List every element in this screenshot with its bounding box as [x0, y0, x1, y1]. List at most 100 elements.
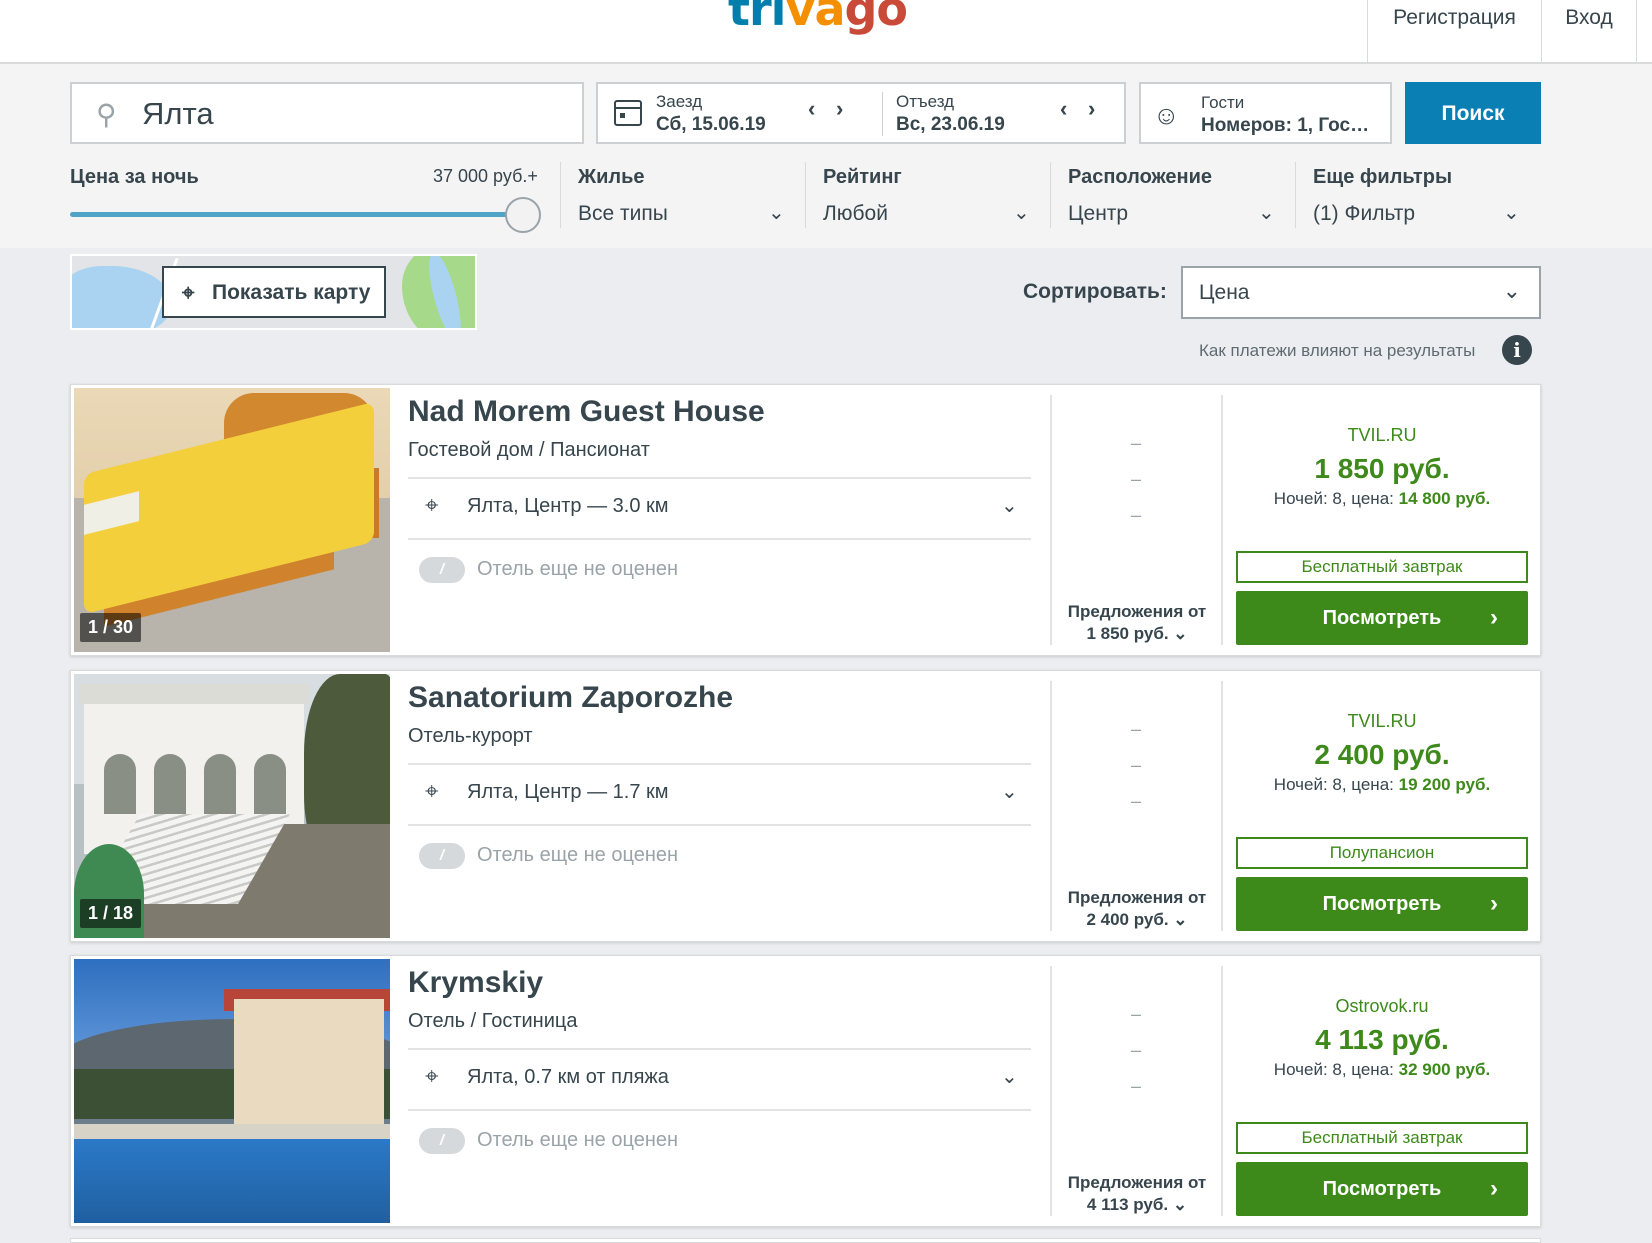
price-slider-handle[interactable] [505, 197, 541, 233]
checkout-prev-icon[interactable]: ‹ [1060, 96, 1067, 122]
guests-icon: ☺ [1153, 100, 1180, 130]
checkin-next-icon[interactable]: › [836, 96, 843, 122]
rating-filter[interactable]: Рейтинг Любой ⌄ [823, 166, 1033, 225]
calendar-icon [614, 100, 642, 126]
date-divider [882, 92, 883, 136]
more-filters-value: (1) Фильтр [1313, 202, 1416, 225]
nights-total: Ночей: 8, цена: 19 200 руб. [1236, 775, 1528, 795]
partner-name: Ostrovok.ru [1335, 996, 1429, 1016]
offers-price-value: 2 400 руб. [1086, 910, 1169, 929]
divider [1050, 395, 1052, 645]
guests-selector[interactable]: ☺ Гости Номеров: 1, Гос… [1139, 82, 1392, 144]
photo-counter: 1 / 30 [80, 613, 142, 642]
view-deal-button[interactable]: Посмотреть › [1236, 877, 1528, 931]
chevron-down-icon[interactable]: ⌄ [1001, 779, 1018, 804]
login-button[interactable]: Вход [1541, 0, 1636, 64]
photo-arch [104, 754, 136, 814]
nights-prefix: Ночей: 8, цена: [1273, 775, 1394, 794]
empty-offer: – [1131, 1004, 1142, 1024]
hotel-name[interactable]: Sanatorium Zaporozhe [408, 681, 733, 715]
map-preview[interactable]: ⌖ Показать карту [70, 254, 477, 330]
hotel-location[interactable]: Ялта, Центр — 3.0 км [467, 495, 669, 518]
hotel-name[interactable]: Krymskiy [408, 966, 543, 1000]
location-filter-value: Центр [1068, 202, 1129, 225]
divider [408, 477, 1031, 479]
location-filter-title: Расположение [1068, 166, 1213, 188]
more-filters[interactable]: Еще фильтры (1) Фильтр ⌄ [1313, 166, 1528, 225]
chevron-right-icon: › [1490, 1175, 1498, 1202]
deal-badge: Бесплатный завтрак [1236, 551, 1528, 583]
chevron-down-icon[interactable]: ⌄ [1001, 1064, 1018, 1089]
chevron-right-icon: › [1490, 604, 1498, 631]
checkout-label: Отъезд [896, 92, 955, 111]
price-slider-track[interactable] [70, 212, 522, 217]
map-pin-icon: ⌖ [182, 280, 195, 305]
deal-price[interactable]: 1 850 руб. [1236, 453, 1528, 485]
chevron-down-icon[interactable]: ⌄ [1001, 493, 1018, 518]
hotel-name[interactable]: Nad Morem Guest House [408, 395, 765, 429]
top-header: trivago Регистрация Вход [0, 0, 1652, 64]
offers-label[interactable]: Предложения от [1064, 602, 1210, 622]
offers-label[interactable]: Предложения от [1064, 888, 1210, 908]
sort-select[interactable]: Цена ⌄ [1181, 266, 1541, 319]
view-deal-button[interactable]: Посмотреть › [1236, 591, 1528, 645]
map-pin-icon: ⌖ [425, 492, 439, 519]
photo-counter: 1 / 18 [80, 899, 142, 928]
hotel-card[interactable]: Krymskiy Отель / Гостиница ⌖ Ялта, 0.7 к… [70, 955, 1541, 1227]
offers-label[interactable]: Предложения от [1064, 1173, 1210, 1193]
hotel-photo[interactable] [74, 959, 390, 1223]
hotel-location[interactable]: Ялта, Центр — 1.7 км [467, 781, 669, 804]
divider [408, 1109, 1031, 1111]
photo-roof [79, 684, 309, 704]
deal-price[interactable]: 2 400 руб. [1236, 739, 1528, 771]
checkout-value[interactable]: Вс, 23.06.19 [896, 114, 1005, 136]
payment-note-link[interactable]: Как платежи влияют на результаты [1199, 341, 1475, 361]
offers-price[interactable]: 1 850 руб. ⌄ [1064, 624, 1210, 644]
divider [408, 763, 1031, 765]
photo-arch [204, 754, 236, 814]
offers-price-value: 4 113 руб. [1086, 1195, 1169, 1214]
offers-price[interactable]: 4 113 руб. ⌄ [1064, 1195, 1210, 1215]
filter-divider [560, 162, 561, 228]
search-button[interactable]: Поиск [1405, 82, 1541, 144]
register-button[interactable]: Регистрация [1367, 0, 1541, 64]
destination-input[interactable]: ⚲ Ялта [70, 82, 584, 144]
hotel-photo[interactable]: 1 / 18 [74, 674, 390, 938]
trivago-logo[interactable]: trivago [728, 0, 908, 32]
nights-total-price: 14 800 руб. [1398, 489, 1491, 508]
hotel-card[interactable]: 1 / 18 Sanatorium Zaporozhe Отель-курорт… [70, 670, 1541, 942]
hotel-rating: Отель еще не оценен [477, 1129, 679, 1151]
price-filter-title: Цена за ночь [70, 166, 199, 188]
divider [1221, 395, 1223, 645]
show-map-label: Показать карту [212, 281, 371, 304]
info-icon[interactable]: i [1502, 335, 1532, 365]
chevron-down-icon: ⌄ [1258, 202, 1275, 224]
view-deal-button[interactable]: Посмотреть › [1236, 1162, 1528, 1216]
checkin-value[interactable]: Сб, 15.06.19 [656, 114, 766, 136]
photo-arch [254, 754, 286, 814]
date-picker[interactable]: Заезд Сб, 15.06.19 ‹ › Отъезд Вс, 23.06.… [596, 82, 1126, 144]
sort-label: Сортировать: [1023, 280, 1167, 303]
next-hotel-card [70, 1238, 1541, 1243]
nights-total-price: 32 900 руб. [1398, 1060, 1491, 1079]
hotel-type: Отель / Гостиница [408, 1010, 578, 1032]
nights-prefix: Ночей: 8, цена: [1273, 1060, 1394, 1079]
hotel-card[interactable]: 1 / 30 Nad Morem Guest House Гостевой до… [70, 384, 1541, 656]
hotel-photo[interactable]: 1 / 30 [74, 388, 390, 652]
offers-price-value: 1 850 руб. [1086, 624, 1169, 643]
housing-filter-title: Жилье [578, 166, 645, 188]
offers-price[interactable]: 2 400 руб. ⌄ [1064, 910, 1210, 930]
hotel-type: Гостевой дом / Пансионат [408, 439, 650, 461]
divider [1221, 966, 1223, 1216]
housing-filter[interactable]: Жилье Все типы ⌄ [578, 166, 788, 225]
partner-name: TVIL.RU [1347, 425, 1417, 445]
checkin-prev-icon[interactable]: ‹ [808, 96, 815, 122]
checkout-next-icon[interactable]: › [1088, 96, 1095, 122]
location-filter[interactable]: Расположение Центр ⌄ [1068, 166, 1278, 225]
more-filters-title: Еще фильтры [1313, 166, 1453, 188]
nights-total: Ночей: 8, цена: 32 900 руб. [1236, 1060, 1528, 1080]
show-map-button[interactable]: ⌖ Показать карту [162, 266, 386, 318]
checkin-label: Заезд [656, 92, 703, 111]
hotel-location[interactable]: Ялта, 0.7 км от пляжа [467, 1066, 669, 1089]
deal-price[interactable]: 4 113 руб. [1236, 1024, 1528, 1056]
